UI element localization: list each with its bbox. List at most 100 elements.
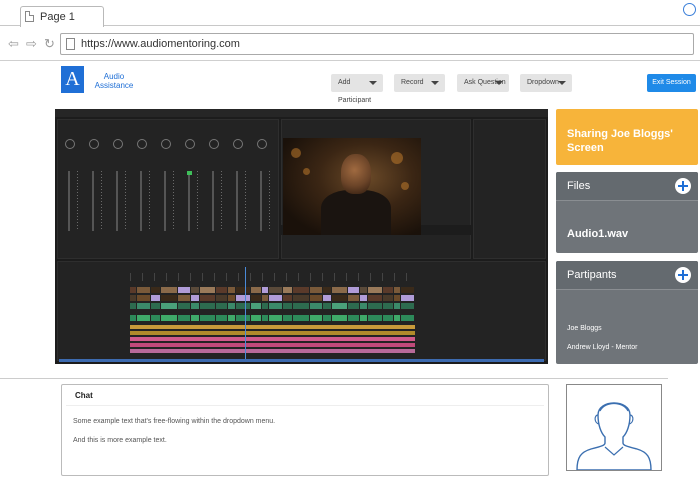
timeline-clip bbox=[368, 315, 382, 321]
timeline-clip bbox=[310, 315, 322, 321]
timeline-clip bbox=[401, 287, 414, 293]
level-meter bbox=[149, 171, 150, 231]
address-bar[interactable]: https://www.audiomentoring.com bbox=[60, 33, 694, 55]
pan-knob bbox=[113, 139, 123, 149]
timeline-clip bbox=[368, 303, 382, 309]
timeline-clip bbox=[228, 303, 235, 309]
timeline-clip bbox=[269, 287, 282, 293]
pan-knob bbox=[185, 139, 195, 149]
forward-arrow-icon[interactable]: ⇨ bbox=[26, 37, 37, 50]
bokeh-light bbox=[391, 152, 403, 164]
timeline-clip bbox=[178, 295, 190, 301]
add-participant-plus-icon[interactable] bbox=[675, 267, 691, 283]
timeline-clip bbox=[310, 303, 322, 309]
add-participant-dropdown[interactable]: Add Participant bbox=[331, 74, 383, 104]
timeline-clip bbox=[178, 315, 190, 321]
pan-knob bbox=[257, 139, 267, 149]
pan-knob bbox=[161, 139, 171, 149]
timeline-clip bbox=[394, 295, 400, 301]
timeline-clip bbox=[191, 287, 199, 293]
back-arrow-icon[interactable]: ⇦ bbox=[8, 37, 19, 50]
pan-knob bbox=[209, 139, 219, 149]
video-preview bbox=[283, 138, 421, 235]
timeline-clip bbox=[269, 303, 282, 309]
refresh-icon[interactable]: ↻ bbox=[44, 37, 55, 50]
timeline-clip bbox=[251, 287, 261, 293]
participants-card: Partipants Joe Bloggs Andrew Lloyd - Men… bbox=[556, 261, 698, 364]
pan-knob bbox=[65, 139, 75, 149]
timeline-clip bbox=[401, 303, 414, 309]
timeline-clip bbox=[216, 315, 227, 321]
generic-dropdown[interactable]: Dropdown bbox=[520, 74, 572, 92]
timeline-clip bbox=[216, 287, 227, 293]
chat-message: And this is more example text. bbox=[73, 437, 167, 444]
tab-title: Page 1 bbox=[40, 11, 75, 23]
browser-tab-bar: Page 1 bbox=[0, 0, 700, 27]
audio-track bbox=[130, 325, 415, 329]
page-icon bbox=[25, 11, 34, 22]
timeline-clip bbox=[360, 295, 367, 301]
timeline-clip bbox=[360, 315, 367, 321]
timeline-clip bbox=[191, 315, 199, 321]
chevron-down-icon bbox=[431, 81, 439, 85]
timeline-clip bbox=[262, 287, 268, 293]
user-circle-icon[interactable] bbox=[683, 3, 696, 16]
add-file-plus-icon[interactable] bbox=[675, 178, 691, 194]
volume-fader bbox=[164, 171, 166, 231]
chevron-down-icon bbox=[369, 81, 377, 85]
volume-fader bbox=[188, 171, 190, 231]
record-dropdown[interactable]: Record bbox=[394, 74, 445, 92]
timeline-clip bbox=[348, 295, 359, 301]
audio-track bbox=[130, 337, 415, 341]
participants-header: Partipants bbox=[556, 261, 698, 290]
timeline-clip bbox=[332, 287, 347, 293]
browser-tab[interactable]: Page 1 bbox=[20, 6, 104, 27]
timeline-clip bbox=[383, 315, 393, 321]
volume-fader bbox=[68, 171, 70, 231]
timeline-clip bbox=[401, 295, 414, 301]
timeline-clip bbox=[236, 315, 250, 321]
ask-question-dropdown[interactable]: Ask Question bbox=[457, 74, 509, 92]
timeline-clip bbox=[262, 295, 268, 301]
timeline-clip bbox=[323, 303, 331, 309]
timeline-clip bbox=[348, 315, 359, 321]
level-meter bbox=[197, 171, 198, 231]
timeline-clip bbox=[251, 295, 261, 301]
user-avatar-icon bbox=[576, 402, 652, 471]
timeline-clip bbox=[151, 287, 160, 293]
timeline-clip bbox=[151, 295, 160, 301]
chat-header[interactable]: Chat bbox=[62, 385, 548, 406]
sharing-banner-text: Sharing Joe Bloggs' Screen bbox=[567, 128, 673, 154]
timeline-clip bbox=[137, 303, 150, 309]
timeline-clip bbox=[323, 295, 331, 301]
audio-track bbox=[130, 349, 415, 353]
timeline-clip bbox=[178, 303, 190, 309]
timeline-clip bbox=[151, 315, 160, 321]
section-divider bbox=[0, 378, 668, 379]
app-logo: A bbox=[61, 66, 84, 93]
timeline-clip bbox=[323, 315, 331, 321]
file-item[interactable]: Audio1.wav bbox=[567, 228, 628, 240]
files-card: Files Audio1.wav bbox=[556, 172, 698, 253]
timeline-clip bbox=[200, 303, 215, 309]
timeline-clip bbox=[236, 295, 250, 301]
browser-nav-bar: ⇦ ⇨ ↻ https://www.audiomentoring.com bbox=[0, 27, 700, 61]
timeline-clip bbox=[262, 315, 268, 321]
volume-fader bbox=[236, 171, 238, 231]
participants-title: Partipants bbox=[567, 269, 617, 281]
exit-session-button[interactable]: Exit Session bbox=[647, 74, 696, 92]
timeline-clip bbox=[348, 303, 359, 309]
timeline-clip bbox=[216, 295, 227, 301]
bokeh-light bbox=[303, 168, 310, 175]
timeline-clip bbox=[360, 287, 367, 293]
participant-item[interactable]: Andrew Lloyd - Mentor bbox=[567, 344, 637, 351]
timeline-clip bbox=[161, 287, 177, 293]
chevron-down-icon bbox=[495, 81, 503, 85]
timeline-clip bbox=[228, 315, 235, 321]
timeline-clip bbox=[332, 295, 347, 301]
participant-item[interactable]: Joe Bloggs bbox=[567, 325, 602, 332]
timeline-clip bbox=[130, 287, 136, 293]
files-header: Files bbox=[556, 172, 698, 201]
timeline-scrollbar bbox=[59, 359, 544, 362]
timeline-clip bbox=[130, 295, 136, 301]
